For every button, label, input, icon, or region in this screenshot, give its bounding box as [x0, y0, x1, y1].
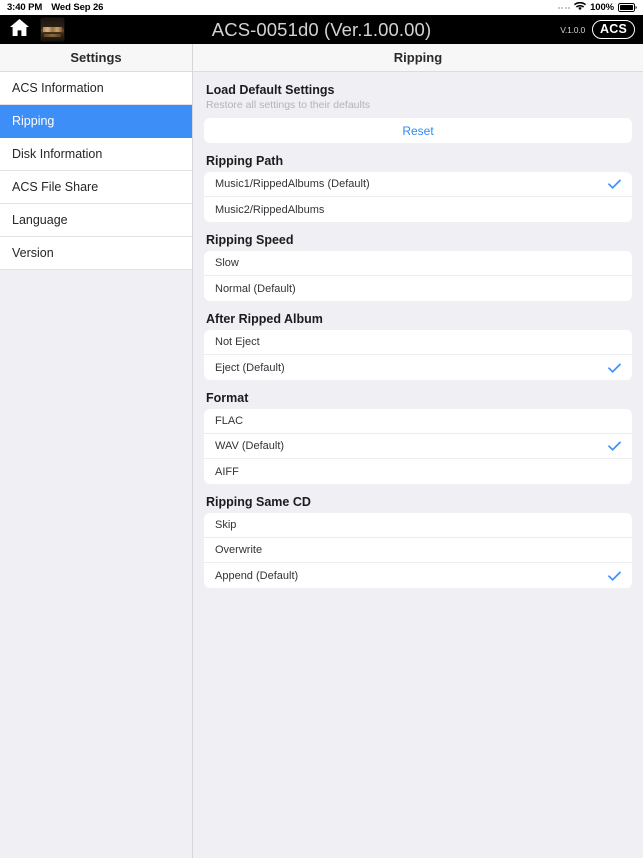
section-title-after-ripped-album: After Ripped Album	[206, 312, 323, 326]
checkmark-icon	[608, 441, 621, 451]
home-icon[interactable]	[9, 18, 30, 42]
option-row[interactable]: Append (Default)	[204, 563, 632, 588]
section-title-ripping-same-cd: Ripping Same CD	[206, 495, 311, 509]
option-row[interactable]: AIFF	[204, 459, 632, 484]
load-default-settings-title: Load Default Settings	[206, 83, 335, 97]
sidebar-item-label: Language	[12, 213, 68, 227]
nav-bar-right: V.1.0.0 ACS	[560, 19, 635, 40]
option-group-ripping-speed: Slow Normal (Default)	[204, 251, 632, 301]
sidebar-item-label: Version	[12, 246, 54, 260]
sidebar-empty-area	[0, 270, 192, 858]
option-label: Skip	[215, 519, 237, 531]
option-row[interactable]: Normal (Default)	[204, 276, 632, 301]
option-row[interactable]: Music1/RippedAlbums (Default)	[204, 172, 632, 197]
option-label: Not Eject	[215, 336, 260, 348]
sidebar-item-acs-information[interactable]: ACS Information	[0, 72, 192, 105]
checkmark-placeholder	[608, 284, 621, 294]
reset-button[interactable]: Reset	[204, 118, 632, 143]
checkmark-placeholder	[608, 337, 621, 347]
option-label: AIFF	[215, 465, 239, 478]
section-title-format: Format	[206, 391, 249, 405]
status-bar-date: Wed Sep 26	[51, 2, 104, 13]
status-bar-right: 100%	[557, 1, 637, 14]
sidebar-header: Settings	[0, 44, 192, 72]
option-group-format: FLAC WAV (Default) AIFF	[204, 409, 632, 484]
option-row[interactable]: WAV (Default)	[204, 434, 632, 459]
app-version-label: V.1.0.0	[560, 24, 585, 35]
checkmark-placeholder	[608, 205, 621, 215]
split-view: Settings ACS Information Ripping Disk In…	[0, 44, 643, 858]
option-row[interactable]: Overwrite	[204, 538, 632, 563]
sidebar-item-acs-file-share[interactable]: ACS File Share	[0, 171, 192, 204]
page-title: ACS-0051d0 (Ver.1.00.00)	[211, 18, 432, 40]
nav-bar-left	[9, 17, 65, 42]
status-bar-left: 3:40 PM Wed Sep 26	[7, 2, 103, 13]
checkmark-placeholder	[608, 467, 621, 477]
sidebar-item-disk-information[interactable]: Disk Information	[0, 138, 192, 171]
settings-sidebar: Settings ACS Information Ripping Disk In…	[0, 44, 193, 858]
section-title-ripping-path: Ripping Path	[206, 154, 284, 168]
option-row[interactable]: Slow	[204, 251, 632, 276]
section-title-ripping-speed: Ripping Speed	[206, 233, 294, 247]
option-row[interactable]: Not Eject	[204, 330, 632, 355]
checkmark-icon	[608, 363, 621, 373]
option-row[interactable]: Eject (Default)	[204, 355, 632, 380]
option-row[interactable]: FLAC	[204, 409, 632, 434]
checkmark-placeholder	[608, 545, 621, 555]
option-label: FLAC	[215, 415, 244, 427]
album-art-thumbnail[interactable]	[40, 17, 65, 42]
sidebar-item-version[interactable]: Version	[0, 237, 192, 270]
checkmark-placeholder	[608, 258, 621, 268]
wifi-icon	[574, 1, 587, 14]
battery-full-icon	[618, 3, 637, 12]
option-group-after-ripped-album: Not Eject Eject (Default)	[204, 330, 632, 380]
option-label: Append (Default)	[215, 569, 299, 582]
sidebar-item-label: Disk Information	[12, 147, 103, 161]
checkmark-placeholder	[608, 520, 621, 530]
option-label: Music1/RippedAlbums (Default)	[215, 178, 370, 190]
option-label: Music2/RippedAlbums	[215, 203, 325, 216]
sidebar-item-ripping[interactable]: Ripping	[0, 105, 192, 138]
app-root: 3:40 PM Wed Sep 26 100% ACS-0051d0 (Ver.…	[0, 0, 643, 858]
sidebar-item-label: Ripping	[12, 114, 55, 128]
detail-pane: Ripping Load Default Settings Restore al…	[193, 44, 643, 858]
checkmark-placeholder	[608, 416, 621, 426]
signal-dots-icon	[557, 6, 571, 9]
status-bar-time: 3:40 PM	[7, 2, 43, 13]
acs-badge-button[interactable]: ACS	[592, 19, 635, 40]
sidebar-item-label: ACS File Share	[12, 180, 99, 194]
checkmark-icon	[608, 571, 621, 581]
option-label: Normal (Default)	[215, 282, 296, 295]
option-group-ripping-same-cd: Skip Overwrite Append (Default)	[204, 513, 632, 588]
detail-header-title: Ripping	[193, 44, 643, 72]
option-row[interactable]: Music2/RippedAlbums	[204, 197, 632, 222]
option-label: Slow	[215, 257, 239, 269]
sidebar-item-label: ACS Information	[12, 81, 104, 95]
sidebar-item-language[interactable]: Language	[0, 204, 192, 237]
ios-status-bar: 3:40 PM Wed Sep 26 100%	[0, 0, 643, 15]
option-label: Overwrite	[215, 544, 263, 556]
option-label: Eject (Default)	[215, 361, 285, 374]
app-nav-bar: ACS-0051d0 (Ver.1.00.00) V.1.0.0 ACS	[0, 15, 643, 44]
load-default-settings-subtitle: Restore all settings to their defaults	[206, 99, 371, 111]
detail-content: Load Default Settings Restore all settin…	[193, 72, 643, 858]
checkmark-icon	[608, 179, 621, 189]
option-label: WAV (Default)	[215, 440, 285, 452]
option-group-ripping-path: Music1/RippedAlbums (Default) Music2/Rip…	[204, 172, 632, 222]
option-row[interactable]: Skip	[204, 513, 632, 538]
sidebar-list: ACS Information Ripping Disk Information…	[0, 72, 192, 270]
reset-button-label: Reset	[402, 123, 434, 138]
battery-percent-label: 100%	[590, 2, 614, 13]
